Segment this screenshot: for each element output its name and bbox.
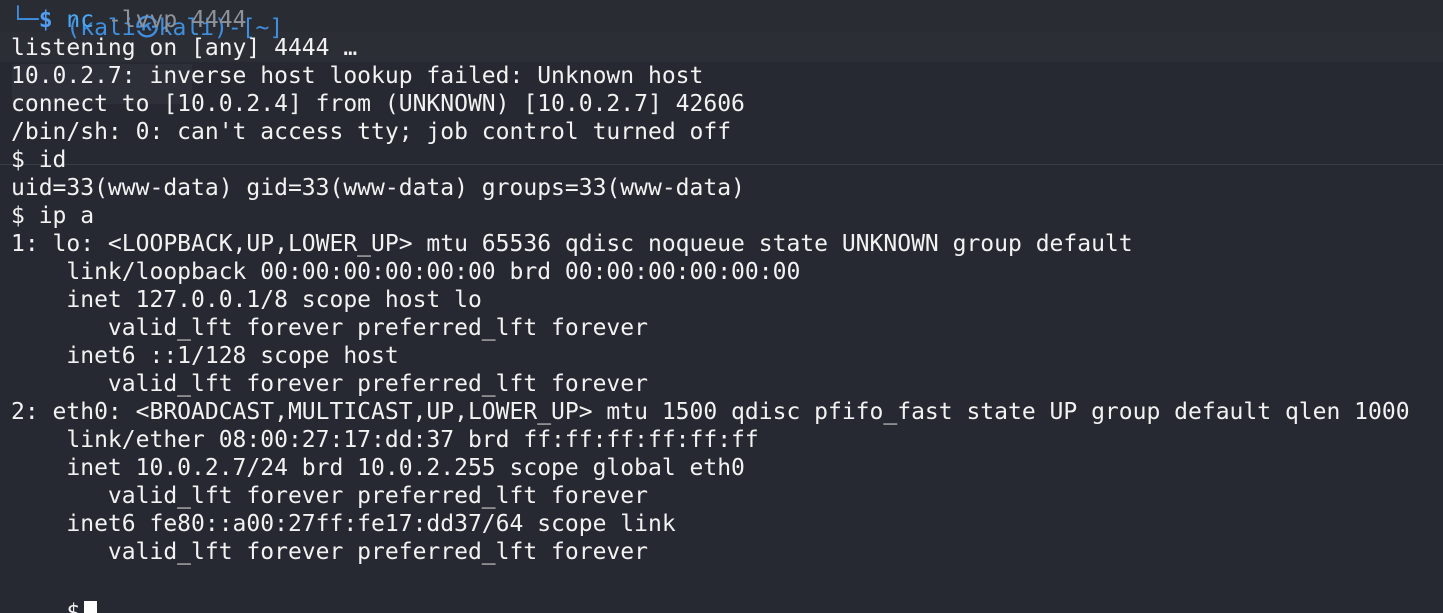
output-line: inet6 ::1/128 scope host — [11, 343, 399, 369]
shell-prompt-line[interactable]: $ — [11, 568, 98, 613]
text-cursor[interactable] — [84, 600, 98, 613]
output-line: listening on [any] 4444 … — [11, 35, 358, 61]
output-line: valid_lft forever preferred_lft forever — [11, 483, 648, 509]
output-line: inet 127.0.0.1/8 scope host lo — [11, 287, 482, 313]
prompt-arrow: └─ — [11, 7, 39, 33]
output-line: /bin/sh: 0: can't access tty; job contro… — [11, 119, 732, 145]
output-line: 10.0.2.7: inverse host lookup failed: Un… — [11, 63, 704, 89]
output-line: link/loopback 00:00:00:00:00:00 brd 00:0… — [11, 259, 801, 285]
terminal-output: └─$ nc -lvvp 4444 listening on [any] 444… — [11, 6, 1410, 566]
output-line: valid_lft forever preferred_lft forever — [11, 371, 648, 397]
output-line: inet 10.0.2.7/24 brd 10.0.2.255 scope gl… — [11, 455, 745, 481]
output-line: valid_lft forever preferred_lft forever — [11, 539, 648, 565]
terminal-window[interactable]: (kali㉿kali)-[~] └─$ nc -lvvp 4444 listen… — [0, 0, 1443, 613]
output-line: connect to [10.0.2.4] from (UNKNOWN) [10… — [11, 91, 745, 117]
output-line: 1: lo: <LOOPBACK,UP,LOWER_UP> mtu 65536 … — [11, 231, 1133, 257]
output-line: uid=33(www-data) gid=33(www-data) groups… — [11, 175, 745, 201]
command-args: -lvvp 4444 — [94, 7, 247, 33]
output-line: inet6 fe80::a00:27ff:fe17:dd37/64 scope … — [11, 511, 676, 537]
output-line: $ id — [11, 147, 67, 173]
output-line: link/ether 08:00:27:17:dd:37 brd ff:ff:f… — [11, 427, 759, 453]
command-name: nc — [66, 7, 95, 33]
command-line: └─$ nc -lvvp 4444 — [11, 6, 1410, 34]
prompt-dollar: $ — [38, 7, 53, 33]
output-line: 2: eth0: <BROADCAST,MULTICAST,UP,LOWER_U… — [11, 399, 1410, 425]
output-line: $ ip a — [11, 203, 95, 229]
output-line: valid_lft forever preferred_lft forever — [11, 315, 648, 341]
shell-prompt: $ — [66, 600, 81, 613]
